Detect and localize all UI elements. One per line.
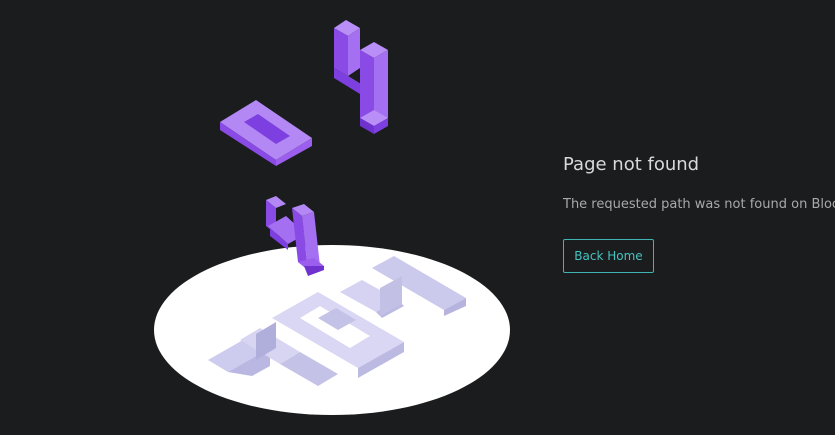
error-description: The requested path was not found on Bloc…	[563, 197, 835, 212]
not-found-page: Page not found The requested path was no…	[0, 0, 835, 435]
floating-digit-0	[220, 100, 312, 166]
back-home-button[interactable]: Back Home	[563, 239, 654, 273]
floating-digit-4-top	[334, 20, 388, 134]
error-content: Page not found The requested path was no…	[563, 152, 835, 273]
404-illustration	[154, 20, 510, 415]
page-title: Page not found	[563, 154, 700, 175]
